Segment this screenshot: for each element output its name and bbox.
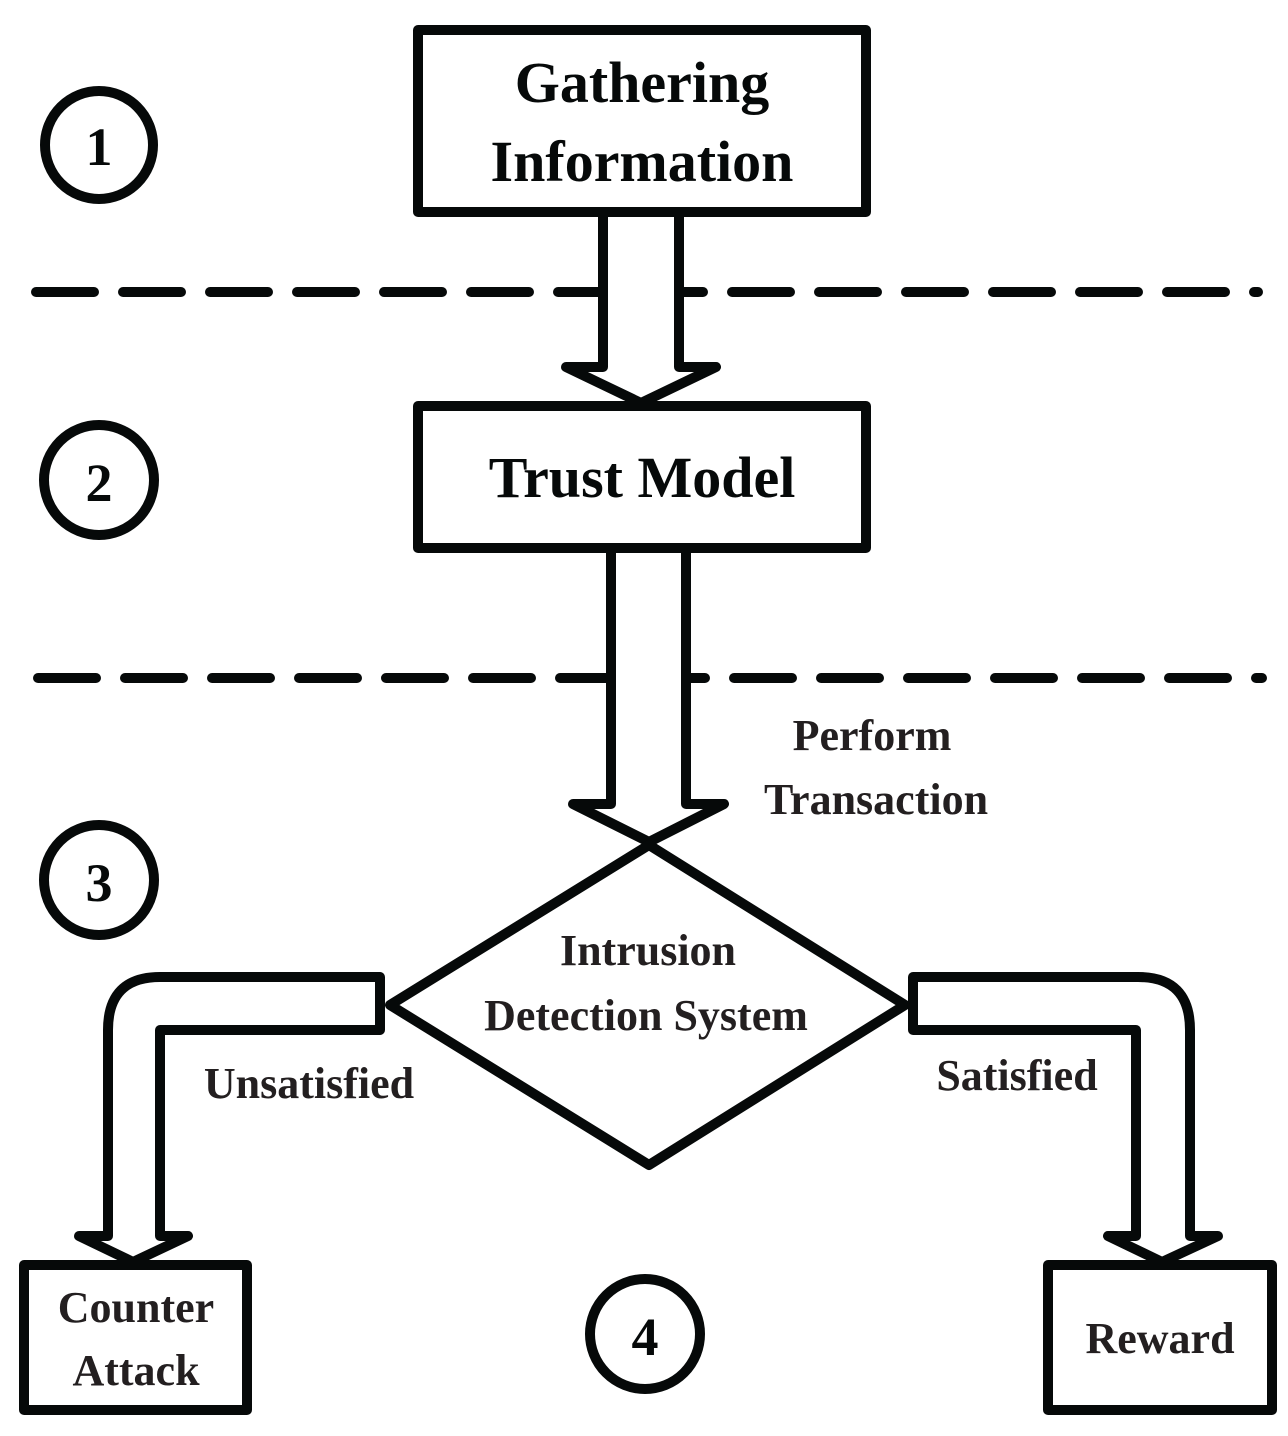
node-reward: Reward xyxy=(1043,1260,1277,1415)
stage-number-4: 4 xyxy=(632,1307,659,1367)
stage-badge-4: 4 xyxy=(585,1274,705,1394)
edge-label-transaction: Transaction xyxy=(764,775,988,824)
node-counter-line2: Attack xyxy=(72,1346,200,1395)
flow-diagram: Gathering Information Trust Model Intrus… xyxy=(19,25,1277,1415)
node-gathering-line1: Gathering xyxy=(515,50,770,115)
node-gathering-line2: Information xyxy=(491,129,794,194)
stage-number-3: 3 xyxy=(86,853,113,913)
node-trust-model: Trust Model xyxy=(413,401,871,553)
arrow-gathering-to-trust xyxy=(561,207,721,408)
edge-label-unsatisfied: Unsatisfied xyxy=(204,1059,414,1108)
arrow-satisfied xyxy=(908,972,1223,1267)
stage-badge-2: 2 xyxy=(39,420,159,540)
stage-badge-3: 3 xyxy=(39,820,159,940)
node-intrusion-detection-system: Intrusion Detection System xyxy=(385,840,910,1170)
node-reward-label: Reward xyxy=(1085,1314,1234,1363)
stage-badge-1: 1 xyxy=(40,86,158,204)
arrow-perform-transaction xyxy=(568,543,729,847)
node-ids-line1: Intrusion xyxy=(560,926,736,975)
node-gathering-information: Gathering Information xyxy=(413,25,871,217)
node-counter-line1: Counter xyxy=(58,1283,214,1332)
edge-label-satisfied: Satisfied xyxy=(936,1051,1097,1100)
node-trust-model-label: Trust Model xyxy=(489,445,796,510)
stage-number-2: 2 xyxy=(86,453,113,513)
edge-label-perform: Perform xyxy=(793,711,952,760)
node-ids-line2: Detection System xyxy=(484,991,808,1040)
arrow-unsatisfied xyxy=(74,972,385,1267)
stage-number-1: 1 xyxy=(86,117,113,177)
node-counter-attack: Counter Attack xyxy=(19,1260,252,1415)
